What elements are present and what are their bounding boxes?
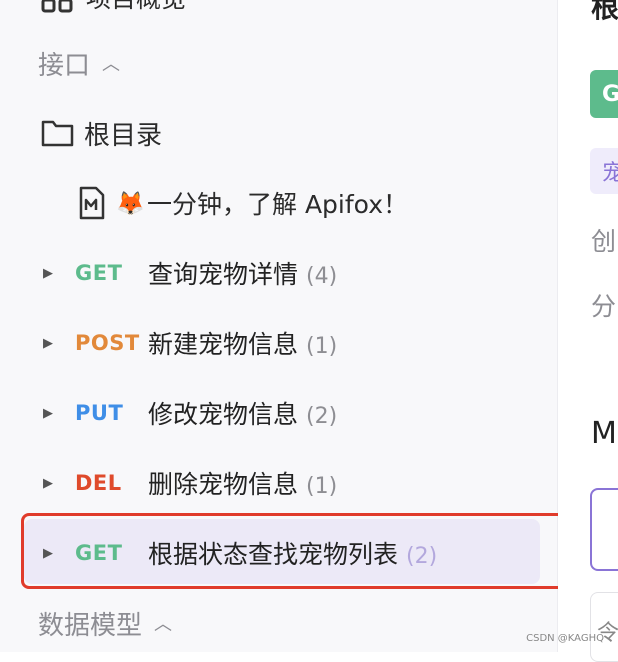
interfaces-section-header[interactable]: 接口 ︿	[0, 33, 557, 93]
api-name: 修改宠物信息 (2)	[148, 400, 338, 429]
watermark: CSDN @KAGHQ	[526, 633, 604, 644]
root-folder-label: 根目录	[84, 120, 163, 151]
input-box[interactable]	[590, 488, 618, 571]
api-count: (4)	[306, 264, 338, 289]
doc-item[interactable]: 🦊 一分钟，了解 Apifox！	[0, 173, 557, 233]
annotation-highlight-box	[21, 513, 570, 589]
section-heading: M	[591, 416, 617, 451]
project-overview-item[interactable]: 项目概览	[40, 0, 186, 15]
doc-item-label: 一分钟，了解 Apifox！	[147, 190, 408, 219]
root-folder-item[interactable]: 根目录	[0, 103, 557, 163]
caret-right-icon: ▶	[43, 405, 53, 421]
chevron-up-icon: ︿	[102, 54, 121, 75]
page-title: 根	[591, 0, 618, 24]
method-badge: GET	[75, 261, 123, 285]
chevron-up-icon: ︿	[154, 614, 173, 635]
interfaces-section-title: 接口	[38, 50, 91, 81]
api-count: (1)	[306, 474, 338, 499]
tag-badge: 宠	[590, 148, 618, 194]
api-count: (2)	[306, 404, 338, 429]
caret-right-icon: ▶	[43, 475, 53, 491]
markdown-doc-icon	[79, 186, 105, 220]
main-panel: 根 G 宠 创 分 M 令	[558, 0, 618, 662]
api-name: 新建宠物信息 (1)	[148, 330, 338, 359]
category-label: 分	[591, 292, 617, 321]
api-count: (1)	[306, 334, 338, 359]
sidebar: 项目概览 接口 ︿ 根目录 🦊 一分钟，了解 Apifox！ ▶ GET 查询宠…	[0, 0, 570, 653]
grid-icon	[41, 0, 73, 13]
api-name: 查询宠物详情 (4)	[148, 260, 338, 289]
created-label: 创	[591, 227, 617, 256]
project-overview-label: 项目概览	[86, 0, 186, 15]
folder-icon	[41, 120, 74, 147]
models-section-title: 数据模型	[38, 610, 143, 641]
fox-emoji-icon: 🦊	[116, 190, 145, 217]
method-badge: DEL	[75, 471, 122, 495]
method-badge: PUT	[75, 401, 124, 425]
method-badge: POST	[75, 331, 140, 355]
api-item-update-pet[interactable]: ▶ PUT 修改宠物信息 (2)	[0, 383, 557, 443]
api-name: 删除宠物信息 (1)	[148, 470, 338, 499]
api-item-get-pet-detail[interactable]: ▶ GET 查询宠物详情 (4)	[0, 243, 557, 303]
method-badge-large: G	[590, 70, 618, 118]
caret-right-icon: ▶	[43, 265, 53, 281]
api-item-create-pet[interactable]: ▶ POST 新建宠物信息 (1)	[0, 313, 557, 373]
models-section-header[interactable]: 数据模型 ︿	[0, 593, 557, 653]
api-item-delete-pet[interactable]: ▶ DEL 删除宠物信息 (1)	[0, 453, 557, 513]
caret-right-icon: ▶	[43, 335, 53, 351]
